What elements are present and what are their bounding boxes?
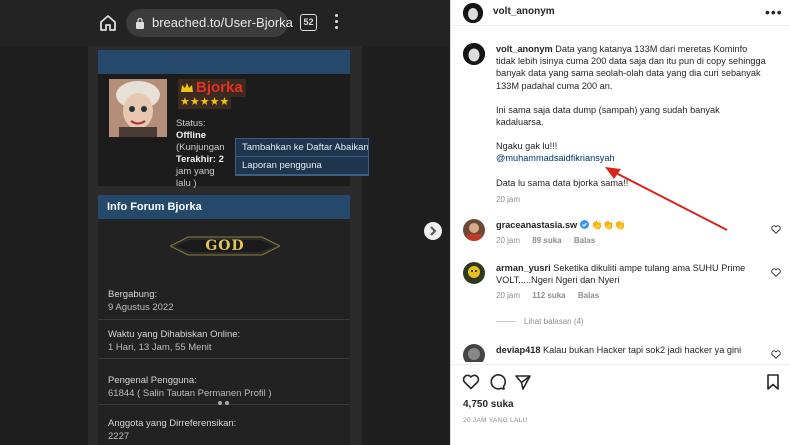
- comment-body: arman_yusri Seketika dikuliti ampe tulan…: [496, 262, 758, 303]
- comment-text: 👏👏👏: [591, 220, 626, 230]
- menu-item-ignore[interactable]: Tambahkan ke Daftar Abaikan: [236, 139, 368, 157]
- info-online-label: Waktu yang Dihabiskan Online:: [108, 329, 241, 340]
- lock-icon: [136, 17, 144, 29]
- avatar-image: [463, 262, 485, 284]
- last-seen-line3: lalu ): [176, 178, 197, 189]
- verified-badge-icon: [579, 220, 589, 229]
- commenter-avatar[interactable]: [463, 344, 485, 362]
- comment-text: Kalau bukan Hacker tapi sok2 jadi hacker…: [543, 345, 742, 355]
- next-slide-button[interactable]: [424, 222, 442, 240]
- info-referred: Anggota yang Dirreferensikan: 2227: [108, 417, 344, 443]
- comment-username[interactable]: graceanastasia.sw: [496, 220, 577, 230]
- comment-likes[interactable]: 89 suka: [532, 236, 561, 245]
- comment-body: graceanastasia.sw 👏👏👏 20 jam 89 suka Bal…: [496, 219, 758, 247]
- url-text: breached.to/User-Bjorka: [152, 15, 293, 30]
- account-avatar[interactable]: [463, 3, 483, 23]
- view-replies-label: Lihat balasan (4): [524, 317, 584, 326]
- mask-avatar-icon: [463, 43, 485, 65]
- likes-count[interactable]: 4,750 suka: [463, 399, 514, 410]
- comment-meta: 20 jam 89 suka Balas: [496, 235, 758, 247]
- chevron-right-icon: [430, 226, 437, 236]
- info-joined-label: Bergabung:: [108, 289, 158, 300]
- caption-username[interactable]: volt_anonym: [496, 44, 553, 54]
- like-comment-heart-icon[interactable]: [771, 225, 781, 234]
- profile-username: Bjorka: [178, 79, 246, 97]
- info-referred-value: 2227: [108, 431, 130, 442]
- status-label: Status:: [176, 118, 206, 129]
- account-name[interactable]: volt_anonym: [493, 6, 555, 17]
- comment-body: deviap418 Kalau bukan Hacker tapi sok2 j…: [496, 344, 758, 356]
- like-heart-icon[interactable]: [462, 373, 480, 391]
- caption-paragraph-3: Ngaku gak lu!!!: [496, 141, 558, 152]
- forum-page: Bjorka ★★★★★ Status: Offline (Kunjungan …: [88, 46, 369, 445]
- forum-info-title: Info Forum Bjorka: [98, 195, 350, 219]
- more-options-icon[interactable]: •••: [765, 4, 783, 20]
- rating-stars: ★★★★★: [178, 96, 232, 109]
- instagram-panel: volt_anonym ••• volt_anonym Data yang ka…: [450, 0, 790, 445]
- info-joined: Bergabung: 9 Agustus 2022: [108, 288, 344, 314]
- god-badge: GOD: [168, 233, 282, 259]
- like-comment-heart-icon[interactable]: [771, 268, 781, 277]
- comment-time: 20 jam: [496, 236, 521, 246]
- like-comment-heart-icon[interactable]: [771, 350, 781, 359]
- tabs-count-button[interactable]: 52: [300, 14, 317, 31]
- user-avatar: [109, 79, 167, 137]
- view-replies-line: [496, 321, 516, 323]
- reply-button[interactable]: Balas: [578, 291, 599, 300]
- context-menu: Tambahkan ke Daftar Abaikan Laporan peng…: [235, 138, 369, 176]
- bookmark-icon[interactable]: [764, 373, 782, 391]
- crown-icon: [181, 83, 193, 92]
- menu-item-report[interactable]: Laporan pengguna: [236, 157, 368, 175]
- info-referred-label: Anggota yang Dirreferensikan:: [108, 418, 237, 429]
- share-send-icon[interactable]: [514, 373, 532, 391]
- info-online-time: Waktu yang Dihabiskan Online: 1 Hari, 13…: [108, 328, 344, 354]
- left-gutter: [0, 46, 88, 445]
- more-options-icon[interactable]: [333, 14, 339, 32]
- caption-mention-link[interactable]: @muhammadsaidfikriansyah: [496, 152, 768, 164]
- embedded-phone-screenshot: breached.to/User-Bjorka 52 Bjorka ★★★★★ …: [0, 0, 450, 445]
- info-user-id-label: Pengenal Pengguna:: [108, 375, 197, 386]
- url-bar[interactable]: breached.to/User-Bjorka: [126, 9, 293, 37]
- profile-card: Bjorka ★★★★★ Status: Offline (Kunjungan …: [98, 50, 369, 189]
- post-timestamp: 20 JAM YANG LALU: [463, 417, 528, 424]
- divider: [98, 319, 350, 320]
- avatar-image: [463, 219, 485, 241]
- post-header: volt_anonym •••: [451, 0, 790, 26]
- right-gutter: [362, 46, 450, 445]
- view-replies-button[interactable]: Lihat balasan (4): [496, 317, 584, 326]
- screenshot-root: breached.to/User-Bjorka 52 Bjorka ★★★★★ …: [0, 0, 790, 445]
- comment-item: deviap418 Kalau bukan Hacker tapi sok2 j…: [463, 344, 783, 362]
- info-joined-value: 9 Agustus 2022: [108, 302, 174, 313]
- caption-avatar[interactable]: [463, 43, 485, 65]
- carousel-dots: [218, 392, 232, 410]
- comment-likes[interactable]: 112 suka: [532, 291, 565, 300]
- browser-toolbar: breached.to/User-Bjorka 52: [0, 0, 450, 46]
- caption-paragraph-2: Ini sama saja data dump (sampah) yang su…: [496, 104, 720, 128]
- avatar-image: [463, 344, 485, 362]
- reply-button[interactable]: Balas: [574, 236, 595, 245]
- divider: [98, 358, 350, 359]
- commenter-avatar[interactable]: [463, 219, 485, 241]
- info-online-value: 1 Hari, 13 Jam, 55 Menit: [108, 342, 212, 353]
- home-icon[interactable]: [98, 13, 118, 33]
- badge-text: GOD: [205, 238, 245, 254]
- caption-time: 20 jam: [496, 194, 521, 204]
- comment-meta: 20 jam 112 suka Balas: [496, 290, 758, 302]
- caption-paragraph-4: Data lu sama data bjorka sama!!: [496, 177, 629, 188]
- comment-time: 20 jam: [496, 291, 521, 301]
- comment-username[interactable]: deviap418: [496, 345, 540, 355]
- mask-avatar-icon: [463, 3, 483, 23]
- post-caption: volt_anonym Data yang katanya 133M dari …: [496, 43, 768, 206]
- commenter-avatar[interactable]: [463, 262, 485, 284]
- comment-bubble-icon[interactable]: [488, 373, 506, 391]
- avatar-image: [109, 79, 167, 137]
- comment-username[interactable]: arman_yusri: [496, 263, 551, 273]
- post-actions: 4,750 suka 20 JAM YANG LALU: [451, 364, 790, 444]
